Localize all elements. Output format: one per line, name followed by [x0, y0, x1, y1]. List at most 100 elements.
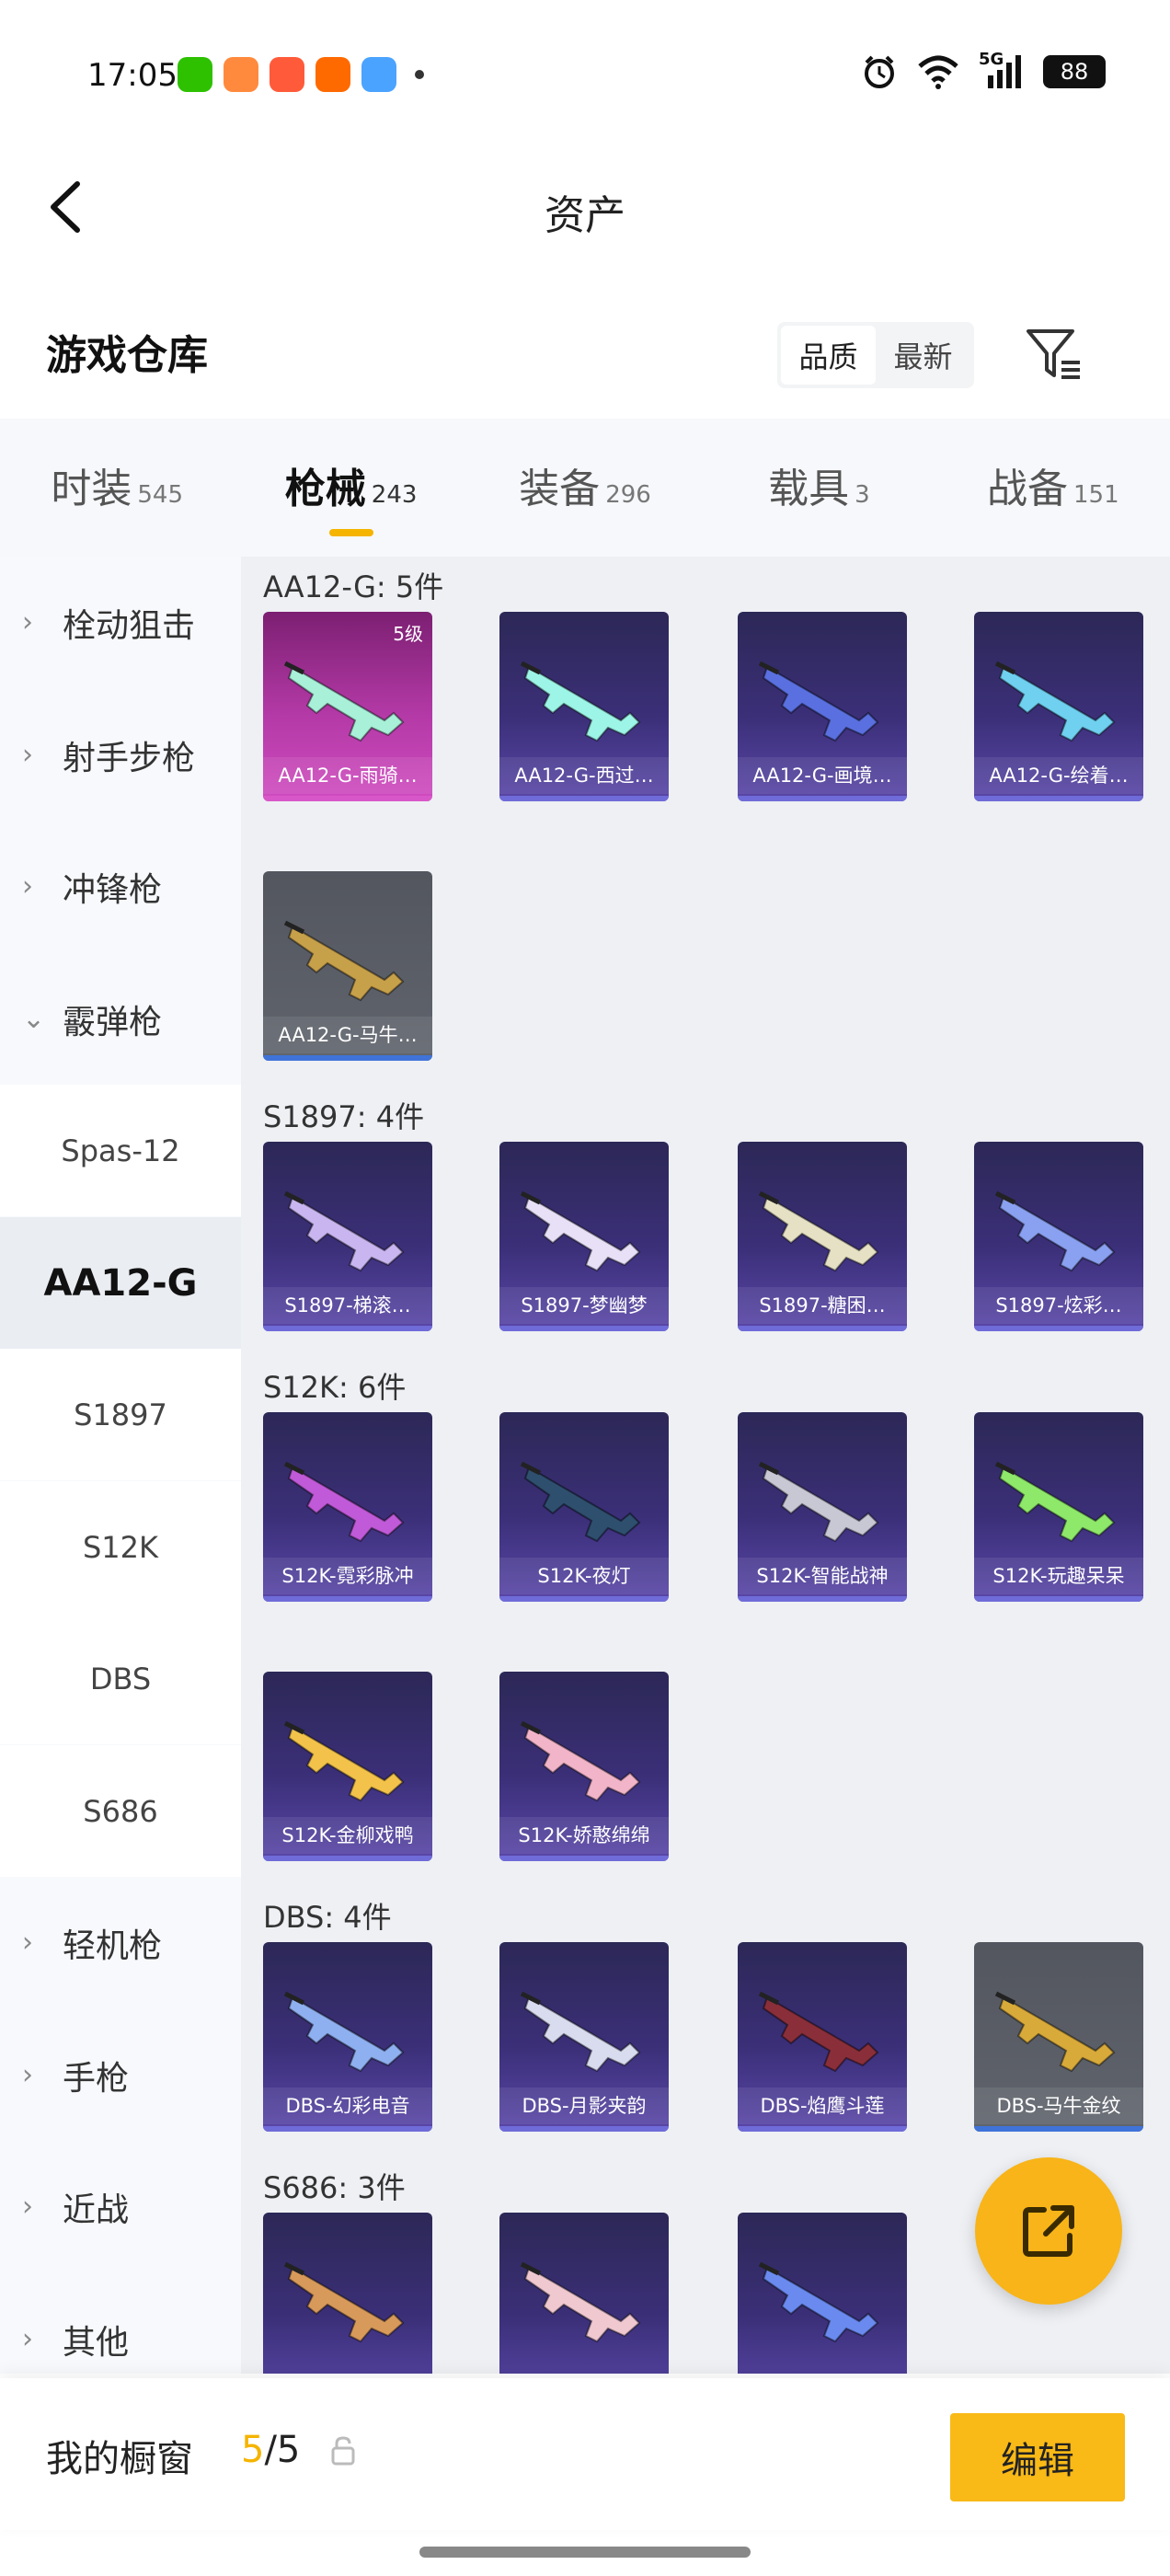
- showcase-label: 我的橱窗: [46, 2438, 193, 2480]
- item-card[interactable]: DBS-月影夹韵: [499, 1942, 669, 2132]
- sidebar-category-label: 冲锋枪: [63, 870, 163, 909]
- sidebar-category[interactable]: ⌄ 霰弹枪: [0, 953, 241, 1085]
- item-name: AA12-G-画境…: [738, 757, 907, 794]
- item-name: S1897-梦幽梦: [499, 1287, 669, 1324]
- item-name: DBS-马牛金纹: [974, 2087, 1143, 2124]
- weapon-image: [283, 2261, 405, 2343]
- sidebar-category[interactable]: › 轻机枪: [0, 1877, 241, 2008]
- item-name: S12K-玩趣呆呆: [974, 1558, 1143, 1594]
- item-card[interactable]: S12K-霓彩脉冲: [263, 1412, 432, 1602]
- battery-icon: 88: [1043, 55, 1106, 88]
- item-card[interactable]: [263, 2213, 432, 2374]
- sort-quality-button[interactable]: 品质: [781, 326, 876, 385]
- chevron-down-icon: ⌄: [22, 1003, 46, 1035]
- wifi-icon: [918, 55, 958, 89]
- weapon-image: [994, 1991, 1116, 2073]
- group-title: DBS: 4件: [263, 1900, 392, 1935]
- sidebar-category[interactable]: › 栓动狙击: [0, 557, 241, 688]
- item-card[interactable]: [738, 2213, 907, 2374]
- item-card[interactable]: AA12-G-马牛…: [263, 871, 432, 1061]
- item-card[interactable]: S1897-炫彩…: [974, 1142, 1143, 1331]
- item-card[interactable]: S1897-梦幽梦: [499, 1142, 669, 1331]
- weapon-image: [520, 2261, 641, 2343]
- weapon-image: [283, 1461, 405, 1543]
- weapon-image: [758, 1190, 879, 1272]
- sidebar-category[interactable]: › 冲锋枪: [0, 821, 241, 952]
- share-button[interactable]: [975, 2157, 1122, 2305]
- tab-count: 296: [605, 481, 651, 509]
- weapon-image: [520, 1461, 641, 1543]
- weapon-image: [994, 1461, 1116, 1543]
- item-card[interactable]: S1897-糖困…: [738, 1142, 907, 1331]
- cell-signal-icon: 5G: [979, 50, 1025, 90]
- tab-label: 时装: [51, 466, 132, 512]
- sidebar-subcategory[interactable]: S12K: [0, 1481, 241, 1613]
- nav-bar: 资产: [0, 147, 1170, 267]
- sidebar-subcategory[interactable]: S686: [0, 1745, 241, 1877]
- weapon-image: [994, 661, 1116, 742]
- item-card[interactable]: S12K-玩趣呆呆: [974, 1412, 1143, 1602]
- weapon-image: [758, 2261, 879, 2343]
- status-right: 5G 88: [861, 50, 1106, 90]
- item-card[interactable]: DBS-焰鹰斗莲: [738, 1942, 907, 2132]
- filter-icon[interactable]: [1021, 322, 1085, 386]
- item-card[interactable]: AA12-G-画境…: [738, 612, 907, 801]
- tab-4[interactable]: 战备 151: [936, 419, 1170, 557]
- game-icon: [270, 57, 304, 92]
- sidebar: › 栓动狙击 › 射手步枪 › 冲锋枪 ⌄ 霰弹枪 Spas-12 AA12-G S1897 S12K…: [0, 557, 241, 2374]
- weapon-image: [520, 1991, 641, 2073]
- sidebar-subcategory[interactable]: DBS: [0, 1613, 241, 1744]
- weapon-image: [520, 661, 641, 742]
- item-card[interactable]: 5级 AA12-G-雨骑…: [263, 612, 432, 801]
- item-card[interactable]: AA12-G-西过…: [499, 612, 669, 801]
- item-card[interactable]: DBS-幻彩电音: [263, 1942, 432, 2132]
- item-card[interactable]: DBS-马牛金纹: [974, 1942, 1143, 2132]
- showcase-total: /5: [264, 2429, 301, 2471]
- sidebar-category[interactable]: › 射手步枪: [0, 689, 241, 821]
- group-title: S1897: 4件: [263, 1099, 425, 1134]
- item-card[interactable]: S12K-金柳戏鸭: [263, 1672, 432, 1861]
- tab-3[interactable]: 载具 3: [702, 419, 935, 557]
- tab-2[interactable]: 装备 296: [468, 419, 702, 557]
- category-tabs: 时装 545 枪械 243 装备 296 载具 3 战备 151: [0, 419, 1170, 557]
- item-card[interactable]: [499, 2213, 669, 2374]
- alarm-icon: [865, 55, 894, 88]
- tab-count: 151: [1073, 481, 1119, 509]
- status-bar: 17:05 5G 88: [0, 0, 1170, 147]
- item-card[interactable]: S12K-夜灯: [499, 1412, 669, 1602]
- weapon-image: [758, 1461, 879, 1543]
- item-card[interactable]: S12K-智能战神: [738, 1412, 907, 1602]
- sort-newest-button[interactable]: 最新: [876, 326, 970, 385]
- weapon-image: [283, 920, 405, 1002]
- sidebar-category-label: 栓动狙击: [63, 606, 196, 645]
- item-card[interactable]: AA12-G-绘着…: [974, 612, 1143, 801]
- item-card[interactable]: S1897-梯滚…: [263, 1142, 432, 1331]
- status-time: 17:05: [87, 57, 178, 94]
- sidebar-category[interactable]: › 近战: [0, 2141, 241, 2272]
- notification-icons: [178, 57, 424, 92]
- page-title: 资产: [545, 192, 625, 239]
- tab-label: 装备: [519, 466, 601, 512]
- tab-count: 243: [371, 481, 418, 509]
- chevron-right-icon: ›: [22, 1926, 33, 1959]
- item-grid: AA12-G: 5件 5级 AA12-G-雨骑… AA12-G-西过… AA12-G-画…: [241, 557, 1170, 2374]
- weapon-image: [758, 1991, 879, 2073]
- tab-0[interactable]: 时装 545: [0, 419, 234, 557]
- sidebar-category-label: 近战: [63, 2191, 130, 2229]
- item-name: S1897-梯滚…: [263, 1287, 432, 1324]
- lock-icon: [331, 2436, 355, 2466]
- sidebar-category[interactable]: › 手枪: [0, 2009, 241, 2141]
- edit-button[interactable]: 编辑: [950, 2413, 1125, 2501]
- showcase-count: 5/5: [241, 2429, 300, 2471]
- tab-count: 545: [137, 481, 184, 509]
- home-indicator[interactable]: [419, 2547, 751, 2558]
- chevron-right-icon: ›: [22, 606, 33, 638]
- weapon-image: [520, 1720, 641, 1802]
- sidebar-subcategory[interactable]: S1897: [0, 1349, 241, 1480]
- item-card[interactable]: S12K-娇憨绵绵: [499, 1672, 669, 1861]
- sidebar-subcategory[interactable]: AA12-G: [0, 1217, 241, 1349]
- showcase-current: 5: [241, 2429, 265, 2471]
- sidebar-subcategory[interactable]: Spas-12: [0, 1085, 241, 1216]
- tab-1[interactable]: 枪械 243: [234, 419, 467, 557]
- taobao-icon: [315, 57, 350, 92]
